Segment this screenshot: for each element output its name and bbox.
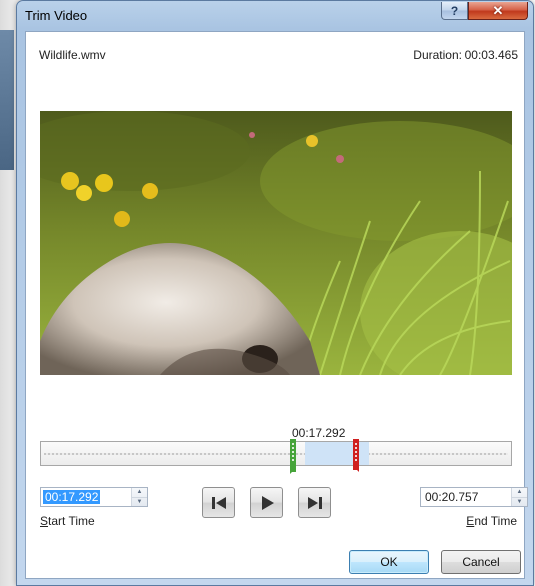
dialog-content: Wildlife.wmv Duration: 00:03.465 00:17.2… xyxy=(25,31,528,579)
play-button[interactable] xyxy=(250,487,283,518)
trim-video-dialog: Trim Video ? ✕ Wildlife.wmv Duration: 00… xyxy=(16,0,534,586)
end-time-down-arrow-icon[interactable]: ▼ xyxy=(512,497,527,506)
duration-label: Duration: xyxy=(413,48,462,62)
file-name: Wildlife.wmv xyxy=(39,48,106,62)
audio-waveform xyxy=(44,453,508,455)
start-time-label: Start Time xyxy=(40,514,95,528)
next-frame-icon xyxy=(307,496,322,509)
dialog-title: Trim Video xyxy=(25,8,88,23)
next-frame-button[interactable] xyxy=(298,487,331,518)
help-icon: ? xyxy=(450,3,459,18)
end-time-value[interactable]: 00:20.757 xyxy=(423,490,480,504)
trim-selection xyxy=(305,442,369,465)
end-handle-tip xyxy=(353,466,359,472)
previous-frame-icon xyxy=(211,496,226,509)
handle-grip xyxy=(292,443,294,461)
help-button[interactable]: ? xyxy=(441,2,468,20)
cancel-button[interactable]: Cancel xyxy=(441,550,521,574)
start-time-down-arrow-icon[interactable]: ▼ xyxy=(132,497,147,506)
start-time-field[interactable]: 00:17.292 ▲ ▼ xyxy=(40,487,148,507)
timeline-track[interactable] xyxy=(40,441,512,466)
start-time-up-arrow-icon[interactable]: ▲ xyxy=(132,488,147,497)
handle-grip xyxy=(355,443,357,461)
current-time-label: 00:17.292 xyxy=(292,426,346,440)
ok-button[interactable]: OK xyxy=(349,550,429,574)
close-icon: ✕ xyxy=(492,2,504,18)
play-icon xyxy=(261,495,274,510)
video-preview[interactable] xyxy=(40,111,512,375)
start-time-value[interactable]: 00:17.292 xyxy=(43,490,101,504)
end-time-field[interactable]: 00:20.757 ▲ ▼ xyxy=(420,487,528,507)
end-time-spin-buttons: ▲ ▼ xyxy=(511,488,527,506)
duration-value: 00:03.465 xyxy=(464,48,518,62)
title-bar[interactable]: Trim Video ? ✕ xyxy=(17,1,533,31)
background-window-edge xyxy=(0,30,14,170)
start-time-spin-buttons: ▲ ▼ xyxy=(131,488,147,506)
end-time-label: End Time xyxy=(466,514,517,528)
start-handle-tip xyxy=(290,468,296,474)
close-button[interactable]: ✕ xyxy=(468,2,528,20)
video-frame-image xyxy=(40,111,512,375)
end-time-up-arrow-icon[interactable]: ▲ xyxy=(512,488,527,497)
previous-frame-button[interactable] xyxy=(202,487,235,518)
